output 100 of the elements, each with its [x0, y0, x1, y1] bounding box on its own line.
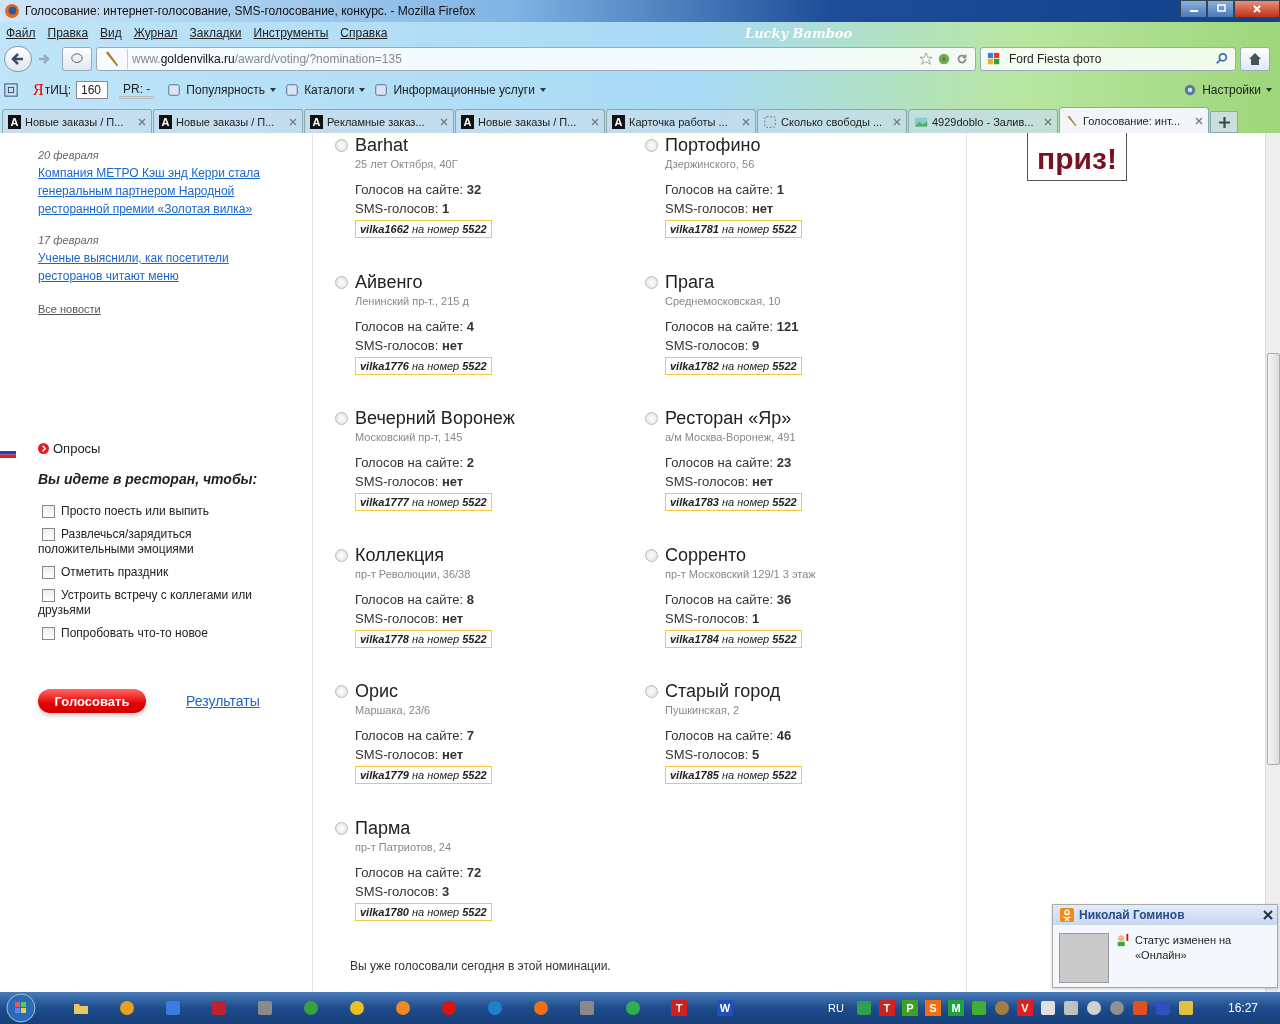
prize-banner[interactable]: приз! [1027, 133, 1127, 181]
app-icon[interactable] [349, 1000, 365, 1016]
menu-item[interactable]: Файл [6, 26, 36, 40]
checkbox[interactable] [42, 589, 55, 602]
radio-button[interactable] [335, 412, 348, 426]
menu-item[interactable]: Инструменты [253, 26, 329, 40]
flower-icon[interactable] [937, 52, 951, 66]
sms-votes: SMS-голосов: нет [665, 200, 774, 218]
tray-icon[interactable]: T [878, 1000, 895, 1016]
all-news-link[interactable]: Все новости [38, 303, 101, 315]
minimize-button[interactable] [1180, 0, 1207, 18]
menu-item[interactable]: Вид [100, 26, 122, 40]
site-votes: Голосов на сайте: 36 [665, 590, 792, 609]
app-icon[interactable]: T [671, 1000, 687, 1016]
news-link[interactable]: Компания МЕТРО Кэш энд Керри стала генеральным партнером Народной ресторанной премии «Золотая вилка» [38, 164, 292, 218]
caret-icon[interactable] [1266, 88, 1272, 92]
checkbox[interactable] [42, 566, 55, 579]
browser-tab[interactable]: A Новые заказы / П... [153, 109, 303, 133]
app-icon[interactable] [303, 1000, 319, 1016]
menu-item[interactable]: Справка [340, 26, 388, 40]
tray-icon[interactable] [1177, 1000, 1194, 1016]
app-icon[interactable] [395, 1000, 411, 1016]
toolbar-icon[interactable] [167, 83, 182, 97]
caret-icon[interactable] [270, 88, 277, 92]
news-link[interactable]: Ученые выяснили, как посетители ресторанов читают меню [38, 249, 292, 285]
results-link[interactable]: Результаты [186, 693, 260, 709]
caret-icon[interactable] [359, 88, 366, 92]
radio-button[interactable] [645, 548, 658, 562]
option-label[interactable]: Попробовать что-то новое [38, 626, 278, 641]
tray-icon[interactable] [1108, 1000, 1125, 1016]
option-label[interactable]: Устроить встречу с коллегами или друзьями [38, 588, 278, 618]
clock[interactable]: 16:27 [1227, 1001, 1258, 1015]
toolbar-menu[interactable]: Каталоги [304, 83, 355, 97]
tic-value: 160 [76, 81, 108, 99]
menu-item[interactable]: Правка [47, 26, 89, 40]
address-bar[interactable]: www.goldenvilka.ru/award/voting/?nomination=135 [96, 47, 976, 71]
site-votes: Голосов на сайте: 1 [665, 181, 784, 199]
browser-tab[interactable]: 4929doblo - Залив... [908, 109, 1058, 133]
app-icon[interactable] [579, 1000, 595, 1016]
radio-button[interactable] [335, 275, 348, 289]
new-tab-button[interactable] [1210, 111, 1238, 133]
option-label[interactable]: Просто поесть или выпить [38, 504, 278, 519]
close-button[interactable] [1234, 0, 1280, 18]
checkbox[interactable] [42, 627, 55, 640]
tray-icon[interactable] [1039, 1000, 1056, 1016]
option-label[interactable]: Отметить праздник [38, 565, 278, 580]
toolbar-icon[interactable] [285, 83, 300, 97]
option-label[interactable]: Развлечься/зарядиться положительными эмоциями [38, 527, 278, 557]
radio-button[interactable] [645, 139, 658, 152]
tray-icon[interactable]: V [1016, 1000, 1033, 1016]
square-icon[interactable] [4, 83, 18, 97]
radio-button[interactable] [645, 275, 658, 289]
maximize-button[interactable] [1207, 0, 1234, 18]
browser-tab[interactable]: Сколько свободы ... [757, 109, 907, 133]
tray-icon[interactable] [1085, 1000, 1102, 1016]
app-icon[interactable] [533, 1000, 549, 1016]
radio-button[interactable] [645, 685, 658, 699]
close-icon[interactable] [1263, 910, 1273, 920]
toolbar-icon[interactable] [374, 83, 389, 97]
browser-tab[interactable]: A Карточка работы ... [606, 109, 756, 133]
app-icon[interactable] [119, 1000, 135, 1016]
caret-icon[interactable] [539, 88, 546, 92]
reload-icon[interactable] [955, 52, 969, 66]
tray-icon[interactable] [1062, 1000, 1079, 1016]
app-icon[interactable]: W [717, 1000, 733, 1016]
browser-tab[interactable]: A Рекламные заказ... [304, 109, 454, 133]
browser-tab[interactable]: Голосование: инт... [1059, 107, 1209, 133]
radio-button[interactable] [335, 685, 348, 699]
toolbar-menu[interactable]: Информационные услуги [393, 83, 535, 97]
sms-code-callout: vilka1662 на номер 5522 [355, 220, 492, 238]
app-icon[interactable] [257, 1000, 273, 1016]
scrollbar[interactable] [1265, 133, 1280, 992]
start-button[interactable] [6, 993, 36, 1023]
browser-tab[interactable]: A Новые заказы / П... [455, 109, 605, 133]
search-field[interactable]: Ford Fiesta фото [980, 47, 1236, 71]
checkbox[interactable] [42, 528, 55, 541]
language-indicator[interactable]: RU [828, 1002, 844, 1014]
search-icon[interactable] [1215, 52, 1229, 66]
browser-tab[interactable]: A Новые заказы / П... [2, 109, 152, 133]
star-icon[interactable] [919, 52, 933, 66]
radio-button[interactable] [645, 412, 658, 426]
radio-button[interactable] [335, 821, 348, 835]
app-icon[interactable] [625, 1000, 641, 1016]
back-button[interactable] [4, 46, 32, 72]
app-icon[interactable] [487, 1000, 503, 1016]
checkbox[interactable] [42, 505, 55, 518]
settings-menu[interactable]: Настройки [1202, 83, 1261, 97]
home-button[interactable] [1240, 47, 1270, 71]
chat-button[interactable] [62, 47, 92, 71]
toolbar-menu[interactable]: Популярность [186, 83, 266, 97]
menu-item[interactable]: Закладки [189, 26, 242, 40]
menu-item[interactable]: Журнал [133, 26, 178, 40]
radio-button[interactable] [335, 548, 348, 562]
site-logo: A [310, 114, 323, 129]
radio-button[interactable] [335, 139, 348, 152]
tray-icon[interactable] [970, 1000, 987, 1016]
search-engine-icon[interactable] [987, 52, 1001, 66]
vote-button[interactable]: Голосовать [38, 689, 146, 713]
restaurant-name: Старый город [665, 681, 781, 703]
app-icon[interactable] [165, 1000, 181, 1016]
